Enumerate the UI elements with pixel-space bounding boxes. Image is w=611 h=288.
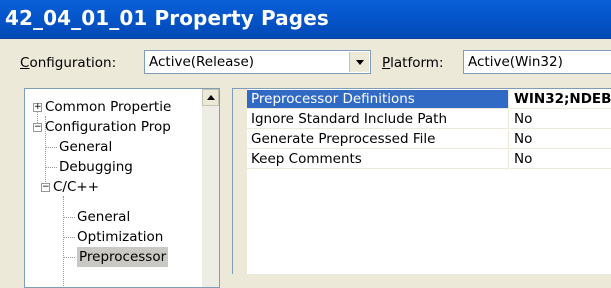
window-title: 42_04_01_01 Property Pages — [5, 6, 329, 30]
tree-guide-line — [45, 167, 57, 168]
property-value[interactable]: No — [510, 110, 611, 129]
tree-item-debugging[interactable]: Debugging — [59, 157, 133, 177]
scroll-up-button[interactable] — [202, 89, 219, 106]
tree-item-optimization[interactable]: Optimization — [77, 227, 163, 247]
property-row[interactable]: Generate Preprocessed File No — [247, 130, 611, 150]
property-name[interactable]: Preprocessor Definitions — [247, 90, 509, 109]
collapse-icon[interactable]: − — [33, 123, 42, 132]
configuration-label: Configuration: — [20, 55, 117, 71]
configuration-dropdown-button[interactable] — [349, 52, 369, 72]
property-value[interactable]: No — [510, 130, 611, 149]
property-name[interactable]: Keep Comments — [247, 150, 509, 169]
collapse-icon[interactable]: − — [41, 183, 50, 192]
tree-item-common-properties[interactable]: Common Propertie — [45, 97, 171, 117]
tree-guide-line — [45, 147, 57, 148]
tree-guide-line — [63, 237, 75, 238]
tree-item-general[interactable]: General — [59, 137, 112, 157]
grid-margin — [233, 89, 247, 274]
property-grid[interactable]: Preprocessor Definitions WIN32;NDEBU Ign… — [232, 88, 611, 274]
tree-item-c-cpp[interactable]: C/C++ — [53, 177, 99, 197]
property-row[interactable]: Keep Comments No — [247, 150, 611, 170]
property-row[interactable]: Preprocessor Definitions WIN32;NDEBU — [247, 90, 611, 110]
property-row[interactable]: Ignore Standard Include Path No — [247, 110, 611, 130]
tree-item-configuration-properties[interactable]: Configuration Prop — [45, 117, 171, 137]
property-value[interactable]: WIN32;NDEBU — [510, 90, 611, 109]
platform-dropdown[interactable]: Active(Win32) — [463, 50, 611, 74]
expand-icon[interactable]: + — [33, 103, 42, 112]
chevron-down-icon — [355, 59, 364, 65]
configuration-dropdown[interactable]: Active(Release) — [144, 50, 371, 74]
property-name[interactable]: Generate Preprocessed File — [247, 130, 509, 149]
tree-guide-line — [63, 217, 75, 218]
settings-tree[interactable]: + Common Propertie − Configuration Prop … — [24, 88, 220, 288]
chevron-up-icon — [206, 95, 215, 100]
configuration-value: Active(Release) — [149, 54, 255, 70]
tree-item-cpp-general[interactable]: General — [77, 207, 130, 227]
property-name[interactable]: Ignore Standard Include Path — [247, 110, 509, 129]
tree-guide-line — [63, 257, 75, 258]
platform-label: Platform: — [382, 55, 444, 71]
property-value[interactable]: No — [510, 150, 611, 169]
title-bar: 42_04_01_01 Property Pages — [0, 0, 611, 39]
platform-value: Active(Win32) — [468, 54, 563, 70]
tree-scrollbar[interactable] — [202, 89, 219, 287]
tree-item-preprocessor[interactable]: Preprocessor — [77, 247, 169, 267]
